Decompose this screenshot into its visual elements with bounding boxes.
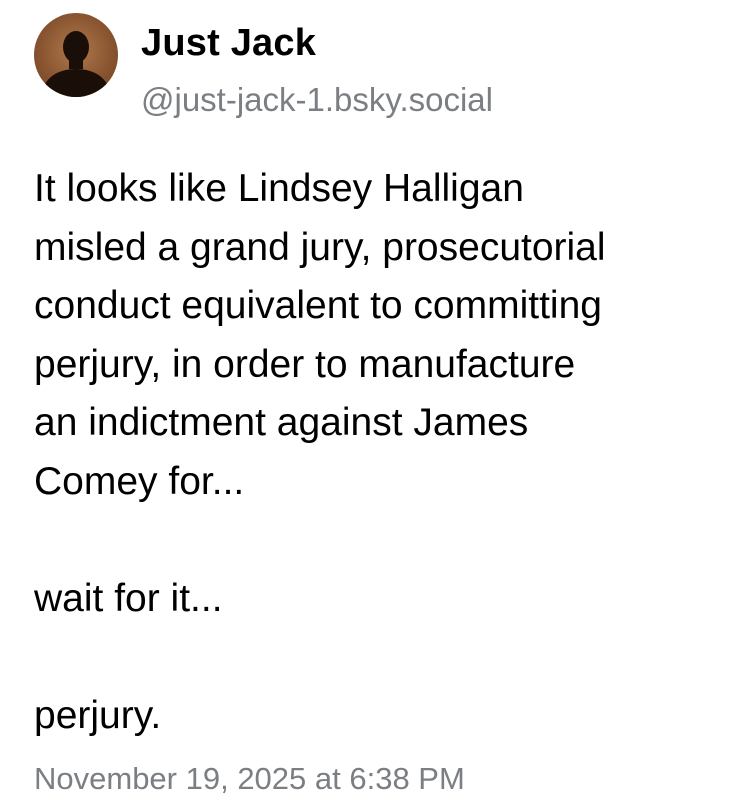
author-handle[interactable]: @just-jack-1.bsky.social bbox=[141, 80, 493, 120]
user-silhouette-icon bbox=[40, 31, 112, 97]
post-text: It looks like Lindsey Halligan misled a … bbox=[34, 167, 606, 737]
post-timestamp[interactable]: November 19, 2025 at 6:38 PM bbox=[34, 759, 465, 799]
post-card: Just Jack @just-jack-1.bsky.social It lo… bbox=[0, 0, 744, 809]
author-display-name[interactable]: Just Jack bbox=[141, 20, 316, 66]
avatar[interactable] bbox=[34, 13, 118, 97]
